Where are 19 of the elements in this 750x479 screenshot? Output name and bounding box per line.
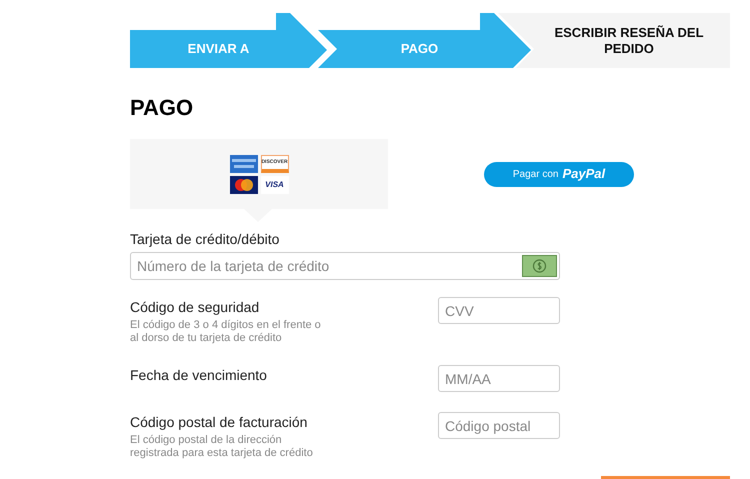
field-label: Tarjeta de crédito/débito xyxy=(130,231,280,247)
visa-card: VISA xyxy=(260,176,288,194)
page-heading: PAGO xyxy=(130,96,194,120)
step-label[interactable]: ENVIAR A xyxy=(188,41,250,57)
button-edge[interactable] xyxy=(601,476,730,479)
money-icon xyxy=(522,255,557,277)
text-input[interactable]: Código postal xyxy=(438,412,560,439)
field-label: Fecha de vencimiento xyxy=(130,367,267,383)
text-input[interactable]: CVV xyxy=(438,297,560,324)
field-label: Código postal de facturación xyxy=(130,414,308,430)
field-label: Código de seguridad xyxy=(130,299,260,315)
step-label[interactable]: PAGO xyxy=(400,41,438,57)
amex-card-icon xyxy=(230,154,258,172)
mastercard-icon xyxy=(230,176,258,194)
help-text: El código de 3 o 4 dígitos en el frente o al dorso de tu tarjeta de crédito xyxy=(130,319,322,345)
card-number-field[interactable]: Número de la tarjeta de crédito xyxy=(130,252,560,280)
help-text: El código postal de la dirección registrada para esta tarjeta de crédito xyxy=(130,434,314,460)
text-input[interactable]: MM/AA xyxy=(438,365,560,392)
paypal-button[interactable]: Pagar con PayPal xyxy=(484,162,634,186)
